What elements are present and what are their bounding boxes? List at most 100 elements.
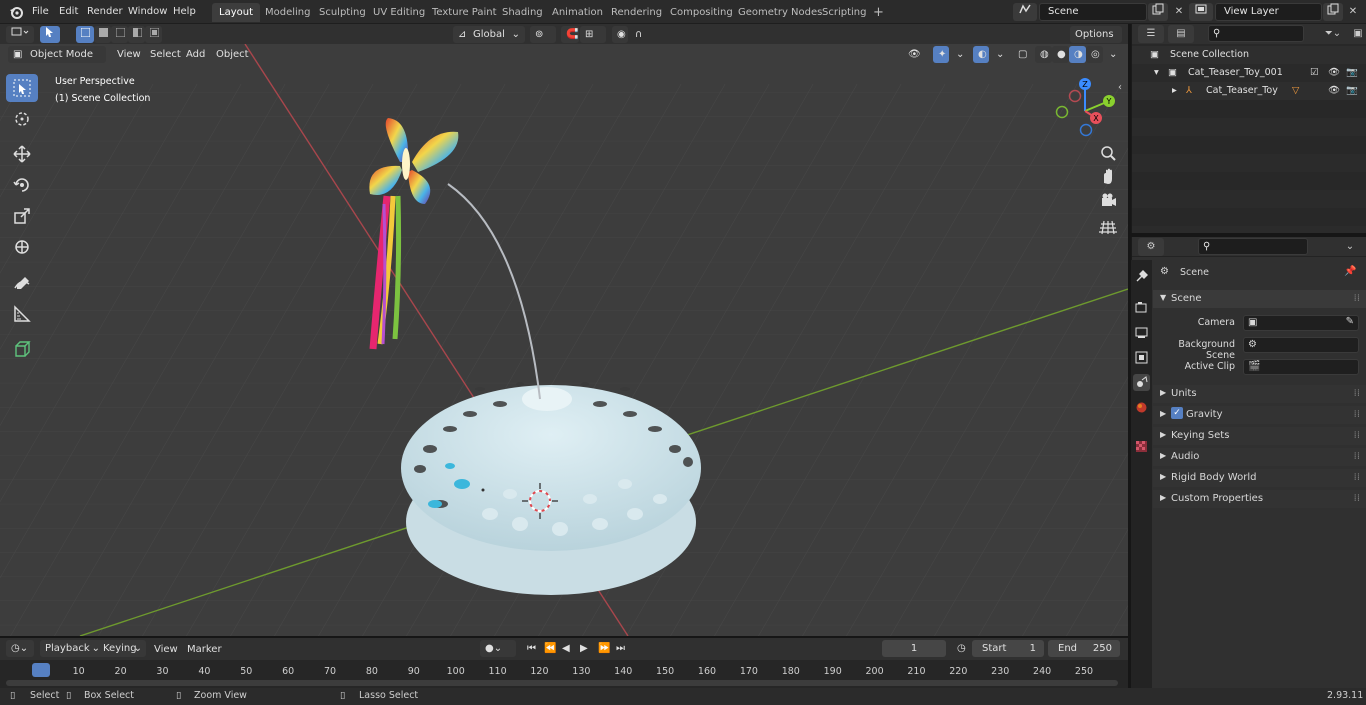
xray-toggle-icon[interactable]: ▢ <box>1013 46 1029 63</box>
zoom-view-icon[interactable] <box>1097 142 1119 164</box>
section-gravity[interactable]: ▶ ✓ Gravity ⁞⁞ <box>1153 406 1366 424</box>
pivot-point-icon[interactable]: ⊚ <box>530 26 556 43</box>
tab-tool-icon[interactable] <box>1133 268 1150 285</box>
transform-orientation-dropdown[interactable]: Global ⊿ ⌄ <box>453 26 525 43</box>
outliner-row-scene-collection[interactable]: ▣ Scene Collection <box>1132 46 1366 64</box>
menu-select[interactable]: Select <box>150 46 181 63</box>
jump-start-icon[interactable]: ⏮ <box>522 640 538 657</box>
properties-search-input[interactable]: ⚲ <box>1198 238 1308 255</box>
properties-options-icon[interactable]: ⌄ <box>1340 238 1360 256</box>
tool-add-cube[interactable] <box>6 335 38 363</box>
camera-render-icon[interactable]: 📷 <box>1346 82 1358 100</box>
selection-mode-invert-icon[interactable] <box>128 26 145 43</box>
tab-shading[interactable]: Shading <box>495 3 550 22</box>
select-tool-icon[interactable] <box>40 26 60 43</box>
tab-rendering[interactable]: Rendering <box>604 3 669 22</box>
proportional-edit-icon[interactable]: ◉ <box>612 26 628 43</box>
properties-editor-type-icon[interactable]: ⚙ <box>1138 238 1164 256</box>
jump-keyframe-back-icon[interactable]: ⏪ <box>539 640 556 657</box>
drag-handle-icon[interactable]: ⁞⁞ <box>1354 409 1360 420</box>
ortho-toggle-icon[interactable] <box>1097 216 1119 238</box>
scene-browse-icon[interactable] <box>1013 3 1037 21</box>
drag-handle-icon[interactable]: ⁞⁞ <box>1354 472 1360 483</box>
selection-mode-new-icon[interactable] <box>76 26 94 43</box>
pan-view-icon[interactable] <box>1097 166 1119 188</box>
outliner-row-cat-teaser-toy[interactable]: ▸ ⅄ Cat_Teaser_Toy ▽ 👁 📷 <box>1132 82 1366 100</box>
menu-view[interactable]: View <box>117 46 141 63</box>
tab-sculpting[interactable]: Sculpting <box>312 3 373 22</box>
new-collection-icon[interactable]: ▣ <box>1350 25 1366 43</box>
background-scene-field[interactable]: ⚙ <box>1243 337 1359 353</box>
view-layer-browse-icon[interactable] <box>1189 3 1213 21</box>
drag-handle-icon[interactable]: ⁞⁞ <box>1354 493 1360 504</box>
mode-dropdown[interactable]: ▣ Object Mode <box>8 46 106 63</box>
outliner-editor-type-icon[interactable]: ☰ <box>1138 25 1164 43</box>
visibility-icon[interactable]: 👁 <box>903 46 929 63</box>
camera-field[interactable]: ▣ ✎ <box>1243 315 1359 331</box>
new-view-layer-icon[interactable] <box>1323 3 1343 21</box>
eye-icon[interactable]: 👁 <box>1328 64 1340 82</box>
tab-output-icon[interactable] <box>1133 324 1150 341</box>
timeline-frame-ruler[interactable]: 1102030405060708090100110120130140150160… <box>0 660 1128 680</box>
outliner-display-mode-icon[interactable]: ▤ <box>1168 25 1194 43</box>
playback-menu[interactable]: Playback ⌄ <box>40 640 104 657</box>
tab-render-icon[interactable] <box>1133 299 1150 316</box>
drag-handle-icon[interactable]: ⁞⁞ <box>1354 293 1360 304</box>
editor-type-icon[interactable] <box>6 26 34 43</box>
close-scene-icon[interactable]: ✕ <box>1169 3 1189 21</box>
tab-world-icon[interactable] <box>1133 399 1150 416</box>
menu-file[interactable]: File <box>32 4 49 20</box>
shading-rendered-icon[interactable]: ◎ <box>1086 46 1103 63</box>
tool-annotate[interactable] <box>6 269 38 297</box>
start-frame-field[interactable]: Start 1 <box>972 640 1044 657</box>
tab-view-layer-icon[interactable] <box>1133 349 1150 366</box>
drag-handle-icon[interactable]: ⁞⁞ <box>1354 451 1360 462</box>
tab-compositing[interactable]: Compositing <box>663 3 740 22</box>
jump-end-icon[interactable]: ⏭ <box>611 640 627 657</box>
tab-scene-icon[interactable] <box>1133 374 1150 391</box>
play-icon[interactable]: ▶ <box>575 640 591 657</box>
tab-animation[interactable]: Animation <box>545 3 610 22</box>
overlays-toggle-icon[interactable]: ◐ <box>973 46 989 63</box>
tab-texture-icon[interactable] <box>1133 438 1150 455</box>
keying-menu[interactable]: Keying ⌄ <box>98 640 146 657</box>
current-frame-field[interactable]: 1 <box>882 640 946 657</box>
section-units[interactable]: ▶ Units ⁞⁞ <box>1153 385 1366 403</box>
selection-mode-intersect-icon[interactable] <box>145 26 162 43</box>
tool-cursor[interactable] <box>6 105 38 133</box>
timeline-marker-menu[interactable]: Marker <box>187 641 222 658</box>
selection-mode-subtract-icon[interactable] <box>111 26 128 43</box>
drag-handle-icon[interactable]: ⁞⁞ <box>1354 388 1360 399</box>
timeline-view-menu[interactable]: View <box>154 641 178 658</box>
menu-render[interactable]: Render <box>87 4 123 20</box>
play-reverse-icon[interactable]: ◀ <box>557 640 573 657</box>
camera-view-icon[interactable] <box>1097 190 1119 212</box>
section-rigid-body-world[interactable]: ▶ Rigid Body World ⁞⁞ <box>1153 469 1366 487</box>
tab-modeling[interactable]: Modeling <box>258 3 318 22</box>
snap-target-icon[interactable]: ⊞ <box>580 26 606 43</box>
view-layer-field[interactable]: View Layer <box>1215 3 1322 21</box>
scene-panel-header[interactable]: ▼ Scene ⁞⁞ <box>1153 290 1366 308</box>
shading-solid-icon[interactable]: ● <box>1052 46 1069 63</box>
options-dropdown[interactable]: Options <box>1070 26 1122 43</box>
pin-icon[interactable]: 📌 <box>1344 266 1356 277</box>
exclude-checkbox-icon[interactable]: ☑ <box>1310 64 1319 82</box>
section-audio[interactable]: ▶ Audio ⁞⁞ <box>1153 448 1366 466</box>
snap-toggle-icon[interactable]: 🧲 <box>561 26 579 43</box>
menu-add[interactable]: Add <box>186 46 205 63</box>
menu-help[interactable]: Help <box>173 4 196 20</box>
menu-object[interactable]: Object <box>216 46 249 63</box>
selection-mode-extend-icon[interactable] <box>94 26 111 43</box>
tab-uv-editing[interactable]: UV Editing <box>366 3 432 22</box>
preview-range-icon[interactable]: ◷ <box>952 640 970 657</box>
camera-render-icon[interactable]: 📷 <box>1346 64 1358 82</box>
menu-window[interactable]: Window <box>128 4 167 20</box>
timeline-editor-type-icon[interactable]: ◷⌄ <box>6 640 34 657</box>
add-workspace-button[interactable]: + <box>866 3 891 22</box>
navigation-gizmo[interactable]: Z Y X <box>1052 74 1122 144</box>
falloff-icon[interactable]: ∩ <box>630 26 656 43</box>
blender-logo-icon[interactable] <box>8 4 24 20</box>
shading-wireframe-icon[interactable]: ◍ <box>1035 46 1052 63</box>
section-custom-properties[interactable]: ▶ Custom Properties ⁞⁞ <box>1153 490 1366 508</box>
gizmo-toggle-icon[interactable]: ✦ <box>933 46 949 63</box>
